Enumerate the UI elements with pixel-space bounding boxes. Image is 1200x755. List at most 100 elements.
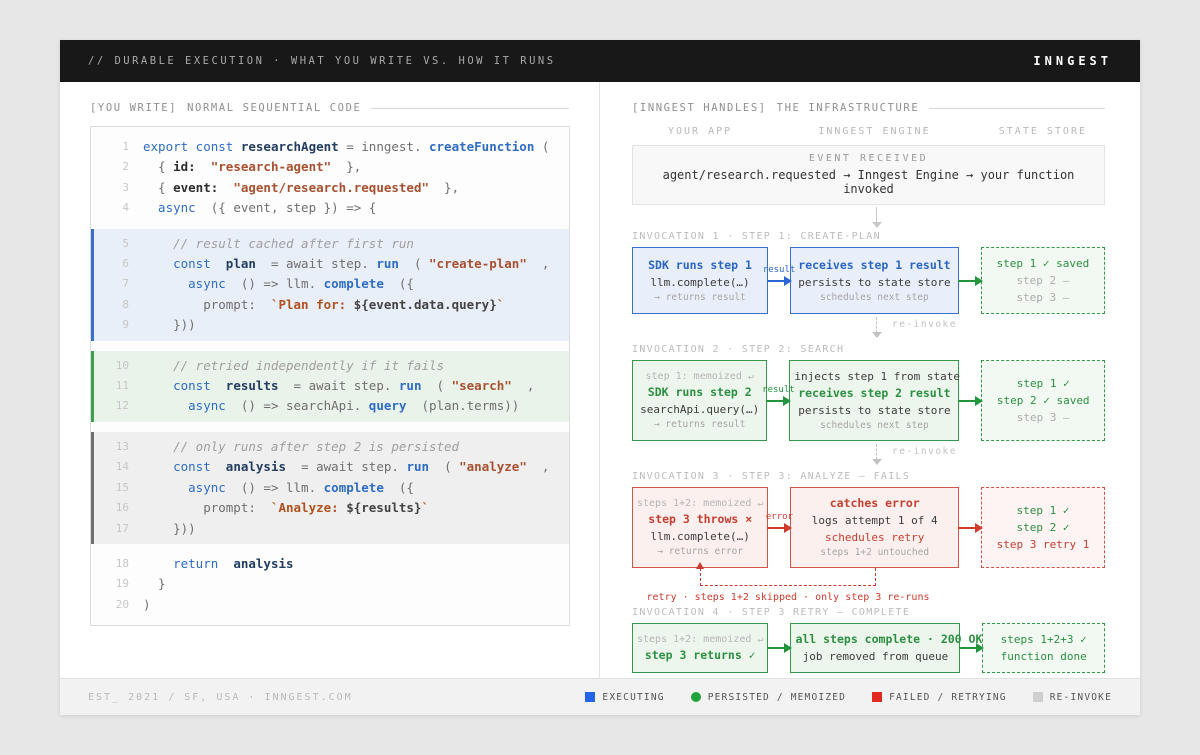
app-box-line: step 1: memoized ↵ — [637, 369, 762, 384]
flow-arrow — [959, 487, 981, 568]
store-box-line: step 3 — — [986, 409, 1100, 426]
code-token — [196, 159, 211, 174]
code-text: prompt: `Analyze: ${results}` — [143, 498, 429, 518]
code-token: `Analyze: — [271, 500, 346, 515]
engine-box: catches errorlogs attempt 1 of 4schedule… — [790, 487, 959, 568]
legend-label: FAILED / RETRYING — [889, 692, 1007, 703]
legend-swatch-icon — [872, 692, 882, 702]
arrow-head-icon — [784, 643, 792, 653]
code-token: = inngest. — [339, 139, 429, 154]
engine-box-line: receives step 2 result — [794, 385, 954, 402]
code-token — [211, 256, 226, 271]
invocation-label: INVOCATION 3 · STEP 3: ANALYZE — FAILS — [632, 471, 1105, 482]
line-number: 8 — [103, 295, 129, 315]
code-token: ` — [497, 297, 505, 312]
arrow-head-icon — [975, 276, 983, 286]
code-line: 12 async () => searchApi. query (plan.te… — [94, 396, 569, 416]
app-box-line: llm.complete(…) — [637, 274, 763, 291]
engine-box-line: receives step 1 result — [795, 257, 954, 274]
arrow-head-icon — [784, 523, 792, 533]
engine-box-line: persists to state store — [795, 274, 954, 291]
legend-item: PERSISTED / MEMOIZED — [691, 692, 846, 703]
engine-box-line: logs attempt 1 of 4 — [795, 512, 954, 529]
code-token: ({ — [384, 480, 414, 495]
code-line: 6 const plan = await step. run ( "create… — [94, 254, 569, 274]
flow-arrow — [960, 623, 982, 673]
code-text: // retried independently if it fails — [143, 356, 444, 376]
line-number: 5 — [103, 234, 129, 254]
code-line: 19 } — [91, 574, 569, 594]
code-line: 2 { id: "research-agent" }, — [91, 157, 569, 177]
code-token — [211, 378, 226, 393]
code-line: 10 // retried independently if it fails — [94, 356, 569, 376]
column-inngest-engine: INNGEST ENGINE — [790, 126, 959, 137]
code-token: ( — [429, 459, 459, 474]
flow-arrow — [768, 623, 790, 673]
legend-swatch-icon — [691, 692, 701, 702]
code-line: 11 const results = await step. run ( "se… — [94, 376, 569, 396]
code-token: } — [143, 576, 166, 591]
legend-swatch-icon — [1033, 692, 1043, 702]
legend: EXECUTINGPERSISTED / MEMOIZEDFAILED / RE… — [585, 692, 1112, 703]
code-token: ) — [143, 597, 151, 612]
code-token: { — [143, 159, 173, 174]
line-number: 1 — [103, 137, 129, 157]
code-text: } — [143, 574, 166, 594]
code-line: 20) — [91, 595, 569, 615]
code-token — [218, 180, 233, 195]
store-box-line: steps 1+2+3 ✓ — [987, 631, 1100, 648]
app-box-line: SDK runs step 1 — [637, 257, 763, 274]
code-token: ( — [421, 378, 451, 393]
store-box-line: step 3 — — [986, 289, 1100, 306]
retry-label: retry · steps 1+2 skipped · only step 3 … — [632, 592, 944, 603]
retry-loop — [700, 568, 876, 586]
code-line: 9 })) — [94, 315, 569, 335]
code-token: (plan.terms)) — [406, 398, 519, 413]
flow-arrow — [959, 360, 981, 441]
invocation-label: INVOCATION 2 · STEP 2: SEARCH — [632, 344, 1105, 355]
code-token: ${results} — [346, 500, 421, 515]
app-box-line: step 3 returns ✓ — [637, 647, 763, 664]
engine-box-line: schedules next step — [794, 419, 954, 433]
invocation-row: steps 1+2: memoized ↵step 3 throws ×llm.… — [632, 487, 1105, 568]
app-box: step 1: memoized ↵SDK runs step 2searchA… — [632, 360, 767, 441]
code-line: 15 async () => llm. complete ({ — [94, 478, 569, 498]
code-token: researchAgent — [241, 139, 339, 154]
code-text: })) — [143, 315, 196, 335]
code-token: async — [143, 480, 226, 495]
main-content: [YOU WRITE] NORMAL SEQUENTIAL CODE 1expo… — [60, 82, 1140, 678]
code-token: ( — [534, 139, 549, 154]
code-token: () => llm. — [226, 276, 324, 291]
column-your-app: YOUR APP — [632, 126, 768, 137]
invocation-row: SDK runs step 1llm.complete(…)→ returns … — [632, 247, 1105, 314]
store-box-line: step 2 — — [986, 272, 1100, 289]
down-arrow-icon — [872, 332, 882, 338]
code-text: { id: "research-agent" }, — [143, 157, 361, 177]
brand-logo: INNGEST — [1033, 54, 1112, 68]
code-group: 1export const researchAgent = inngest. c… — [91, 137, 569, 219]
code-line: 16 prompt: `Analyze: ${results}` — [94, 498, 569, 518]
code-token: prompt: — [143, 500, 271, 515]
code-token: run — [399, 378, 422, 393]
line-number: 15 — [103, 478, 129, 498]
code-line: 5 // result cached after first run — [94, 234, 569, 254]
invocation-label: INVOCATION 1 · STEP 1: CREATE-PLAN — [632, 231, 1105, 242]
code-token: plan — [226, 256, 256, 271]
flow-arrow: result — [768, 247, 790, 314]
line-number: 16 — [103, 498, 129, 518]
line-number: 3 — [103, 178, 129, 198]
code-token: , — [527, 256, 550, 271]
code-line: 4 async ({ event, step }) => { — [91, 198, 569, 218]
line-number: 18 — [103, 554, 129, 574]
infrastructure-panel: [INNGEST HANDLES] THE INFRASTRUCTURE YOU… — [600, 82, 1140, 678]
code-token: }, — [429, 180, 459, 195]
code-token: "analyze" — [459, 459, 527, 474]
app-box-line: → returns result — [637, 291, 763, 305]
header-title: // DURABLE EXECUTION · WHAT YOU WRITE VS… — [88, 55, 556, 67]
app-box: steps 1+2: memoized ↵step 3 returns ✓ — [632, 623, 768, 673]
infra-panel-tag: [INNGEST HANDLES] — [632, 102, 767, 114]
engine-box-line: schedules next step — [795, 291, 954, 305]
app-box-line: steps 1+2: memoized ↵ — [637, 496, 763, 511]
code-line: 1export const researchAgent = inngest. c… — [91, 137, 569, 157]
code-token: ` — [421, 500, 429, 515]
